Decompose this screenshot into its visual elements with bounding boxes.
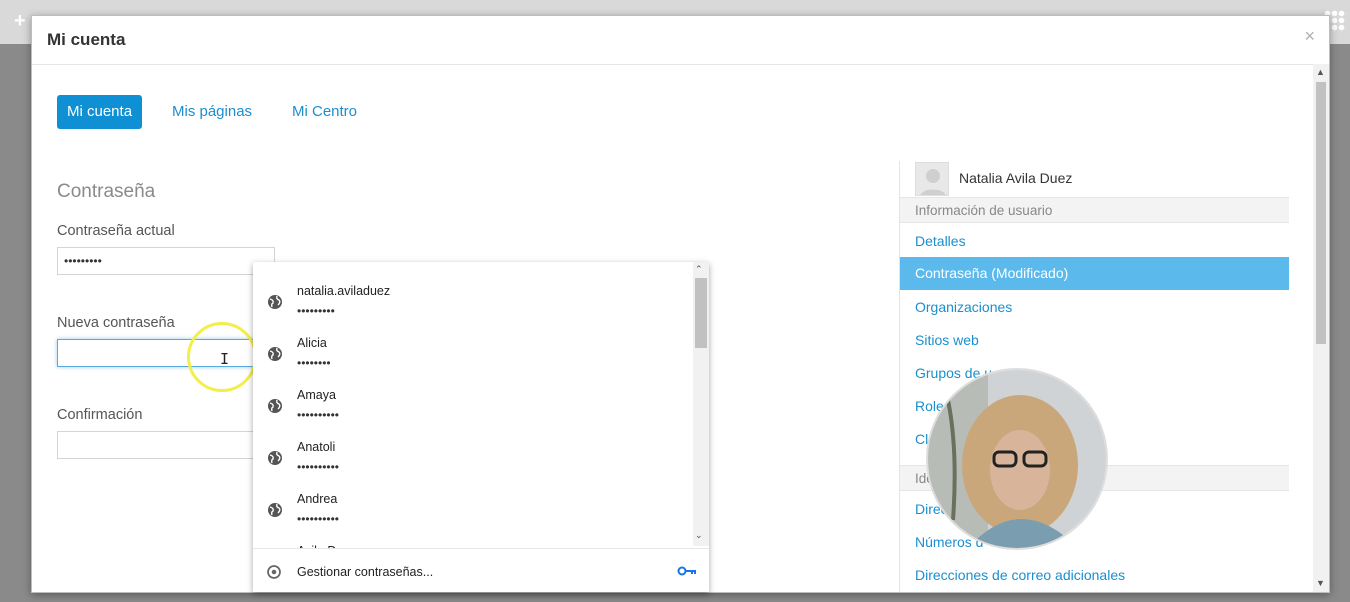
modal-scrollbar[interactable]: ▲ ▼ [1313,64,1329,592]
suggestion-password-mask: •••••••••• [297,460,340,474]
suggestion-username: Alicia [297,336,327,350]
password-suggestion[interactable]: Anatoli •••••••••• [253,434,693,486]
manage-passwords-row[interactable]: Gestionar contraseñas... [253,548,709,592]
password-autofill-dropdown: natalia.aviladuez ••••••••• Alicia •••••… [253,262,709,592]
tab-mi-cuenta[interactable]: Mi cuenta [57,95,143,129]
suggestion-username: natalia.aviladuez [297,284,391,298]
suggestion-password-mask: •••••••• [297,356,331,370]
suggestion-username: Andrea [297,492,338,506]
scroll-down-chevron-icon[interactable]: ⌄ [695,530,703,541]
confirm-password-input[interactable] [57,431,275,459]
scroll-down-arrow-icon[interactable]: ▼ [1316,578,1325,588]
suggestion-password-mask: •••••••••• [297,408,340,422]
plus-icon[interactable]: + [14,10,26,33]
close-icon[interactable]: × [1304,26,1315,47]
password-suggestion[interactable]: Alicia •••••••• [253,330,693,382]
scroll-up-chevron-icon[interactable]: ⌃ [695,264,703,275]
chrome-icon [267,565,281,579]
manage-passwords-label: Gestionar contraseñas... [297,565,434,579]
modal-header: Mi cuenta × [32,16,1329,65]
current-password-label: Contraseña actual [57,223,175,239]
side-user-row: Natalia Avila Duez [900,161,1289,197]
new-password-label: Nueva contraseña [57,315,175,331]
tab-mis-paginas[interactable]: Mis páginas [162,95,262,129]
side-username: Natalia Avila Duez [959,170,1073,186]
text-cursor-icon: I [220,350,230,368]
globe-icon [268,451,282,465]
modal-title: Mi cuenta [47,30,126,49]
webcam-overlay [926,368,1108,550]
dropdown-scroll-thumb[interactable] [695,278,707,348]
password-suggestion[interactable]: natalia.aviladuez ••••••••• [253,278,693,330]
side-link-detalles[interactable]: Detalles [915,233,966,249]
suggestion-username: Anatoli [297,440,336,454]
presenter-video-image [928,370,1106,548]
globe-icon [268,295,282,309]
password-suggestion[interactable]: Amaya •••••••••• [253,382,693,434]
key-icon [677,566,696,576]
suggestion-password-mask: •••••••••• [297,512,340,526]
suggestion-password-mask: ••••••••• [297,304,335,318]
globe-icon [268,347,282,361]
password-suggestion[interactable]: Andrea •••••••••• [253,486,693,538]
modal-scroll-thumb[interactable] [1316,82,1326,344]
side-link-contrasena[interactable]: Contraseña (Modificado) [900,257,1289,290]
dropdown-scrollbar[interactable]: ⌃ ⌄ [693,262,709,546]
current-password-input[interactable]: ••••••••• [57,247,275,275]
globe-icon [268,399,282,413]
scroll-up-arrow-icon[interactable]: ▲ [1316,67,1325,77]
user-silhouette-icon [920,169,946,195]
side-link-sitios-web[interactable]: Sitios web [915,332,979,348]
side-link-correo-adicional[interactable]: Direcciones de correo adicionales [915,567,1125,583]
avatar [915,162,949,196]
confirm-password-label: Confirmación [57,407,143,423]
suggestion-username: Amaya [297,388,336,402]
side-link-organizaciones[interactable]: Organizaciones [915,299,1012,315]
side-section-user-info: Información de usuario [900,197,1289,223]
section-title: Contraseña [57,181,156,202]
tab-mi-centro[interactable]: Mi Centro [282,95,367,129]
globe-icon [268,503,282,517]
